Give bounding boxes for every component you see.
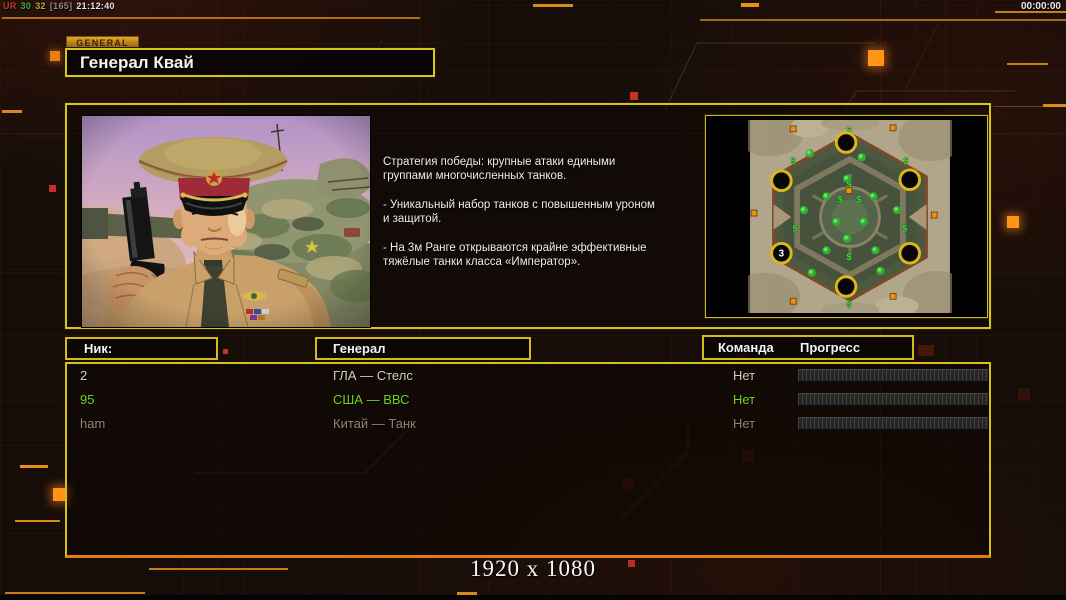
description-paragraph: - Уникальный набор танков с повышенным у… — [383, 199, 655, 225]
header-progress-label: Прогресс — [800, 340, 861, 355]
player-general: ГЛА — Стелс — [333, 368, 413, 383]
player-general: США — ВВС — [333, 392, 410, 407]
general-title-box: Генерал Квай — [65, 48, 435, 77]
stats-segment: 30 — [20, 1, 32, 11]
decor-square — [1007, 216, 1019, 228]
svg-text:$: $ — [791, 156, 796, 166]
player-progress-bar — [798, 369, 988, 382]
player-team: Нет — [733, 416, 756, 431]
decor-line — [741, 3, 759, 7]
bottom-strip — [0, 595, 1066, 600]
description-paragraph: Стратегия победы: крупные атаки едиными … — [383, 156, 616, 182]
table-row: 95 США — ВВС Нет — [80, 388, 990, 412]
resolution-label: 1920 x 1080 — [470, 556, 596, 581]
player-rows: 2 ГЛА — Стелс Нет 95 США — ВВС Нет ham К… — [80, 364, 990, 436]
player-general: Китай — Танк — [333, 416, 416, 431]
header-team-label: Команда — [718, 340, 774, 355]
general-tab-badge: GENERAL — [66, 36, 139, 48]
map-preview-image: $$ $$$ $$ $$$3 — [748, 120, 952, 313]
header-general-label: Генерал — [333, 341, 386, 356]
stats-segment: [165] — [49, 1, 73, 11]
general-description: Стратегия победы: крупные атаки едиными … — [383, 155, 705, 284]
decor-line — [993, 106, 1066, 107]
stats-segment: 32 — [35, 1, 46, 11]
player-team: Нет — [733, 392, 756, 407]
decor-square — [49, 185, 56, 192]
network-stats-readout: UR 30 32 [165] 21:12:40 — [3, 1, 119, 11]
stats-segment: 21:12:40 — [76, 1, 115, 11]
general-portrait — [46, 115, 379, 350]
svg-text:$: $ — [856, 194, 861, 204]
decor-line — [15, 520, 60, 522]
loading-screen: UR 30 32 [165] 21:12:40 00:00:00 GENERAL Ген… — [0, 0, 1066, 600]
player-team: Нет — [733, 368, 756, 383]
decor-square — [868, 50, 884, 66]
table-row: 2 ГЛА — Стелс Нет — [80, 364, 990, 388]
svg-text:$: $ — [847, 252, 852, 262]
svg-text:$: $ — [793, 224, 798, 234]
decor-line — [533, 4, 573, 7]
stats-segment: UR — [3, 1, 17, 11]
match-timer: 00:00:00 — [1020, 1, 1061, 12]
decor-line — [2, 110, 22, 113]
table-row: ham Китай — Танк Нет — [80, 412, 990, 436]
decor-line — [700, 19, 1066, 21]
player-nick: 95 — [80, 392, 95, 407]
decor-line — [20, 465, 48, 468]
player-progress-bar — [798, 393, 988, 406]
description-paragraph: - На 3м Ранге открываются крайне эффекти… — [383, 242, 647, 268]
header-nick-label: Ник: — [84, 341, 113, 356]
player-progress-bar — [798, 417, 988, 430]
svg-text:$: $ — [838, 194, 843, 204]
header-team-progress-box: Команда Прогресс — [702, 335, 914, 360]
player-nick: 2 — [80, 368, 88, 383]
decor-square — [50, 51, 60, 61]
svg-text:$: $ — [902, 224, 907, 234]
decor-square — [1018, 388, 1030, 400]
map-preview-panel: $ $ $ $ $ $ $ $ $ $3 — [705, 115, 988, 318]
general-kwai-portrait-illustration — [46, 116, 379, 350]
header-nick-box: Ник: — [65, 337, 218, 360]
decor-square — [223, 349, 228, 354]
header-general-box: Генерал — [315, 337, 531, 360]
svg-text:$: $ — [903, 156, 908, 166]
decor-square — [918, 345, 934, 356]
svg-text:3: 3 — [779, 249, 785, 260]
svg-text:$: $ — [847, 299, 852, 309]
decor-square — [630, 92, 638, 100]
general-title: Генерал Квай — [80, 53, 194, 72]
player-nick: ham — [80, 416, 106, 431]
decor-line — [2, 17, 420, 19]
decor-line — [5, 592, 145, 594]
decor-line — [1007, 63, 1048, 65]
decor-line — [0, 43, 1066, 44]
